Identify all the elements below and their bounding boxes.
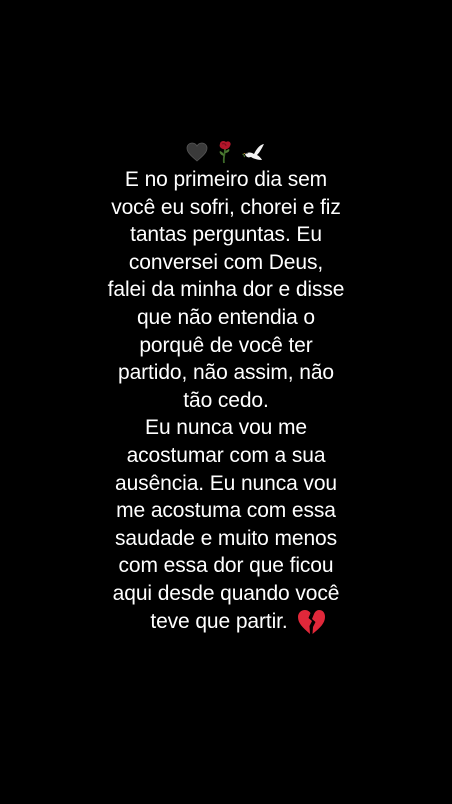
caption-line: partido, não assim, não <box>118 361 334 385</box>
caption-line: que não entendia o <box>136 305 316 329</box>
dove-icon <box>242 144 264 160</box>
caption-line: me acostuma com essa <box>116 499 336 523</box>
caption-line: você eu sofri, chorei e fiz <box>111 195 341 219</box>
caption-line: E no primeiro dia sem <box>124 168 328 191</box>
wilted-rose-icon <box>219 140 231 164</box>
caption-line: com essa dor que ficou <box>118 554 334 578</box>
caption-line: aqui desde quando você <box>112 581 340 605</box>
black-heart-icon <box>186 142 208 162</box>
caption-line: tantas perguntas. Eu <box>130 223 322 247</box>
caption-line: falei da minha dor e disse <box>107 278 345 302</box>
caption-line: tão cedo. <box>183 388 269 412</box>
caption-line: ausência. Eu nunca vou <box>115 471 337 495</box>
caption-line: saudade e muito menos <box>114 526 338 550</box>
caption-text: E no primeiro dia sem você eu sofri, cho… <box>0 138 452 636</box>
emoji-row <box>0 138 452 166</box>
caption-line: conversei com Deus, <box>128 250 324 274</box>
broken-heart-icon <box>297 609 325 634</box>
caption-last-line: teve que partir. <box>0 608 452 636</box>
caption-line: teve que partir. <box>150 609 288 633</box>
caption-line: acostumar com a sua <box>126 443 326 467</box>
caption-line: porquê de você ter <box>139 333 313 357</box>
caption-line: Eu nunca vou me <box>145 416 307 440</box>
